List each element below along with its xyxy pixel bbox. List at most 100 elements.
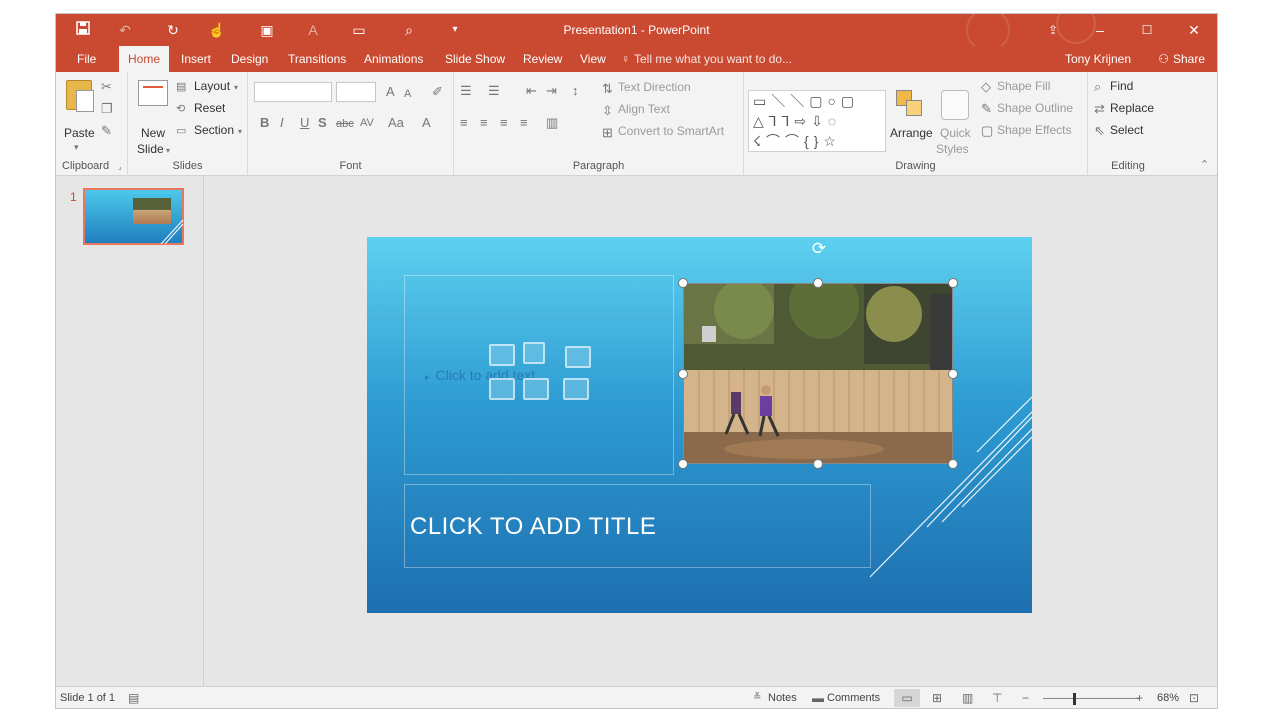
content-placeholder-text[interactable]: ▸ Click to add text xyxy=(425,367,535,383)
new-slide-label-2[interactable]: Slide xyxy=(137,142,164,156)
paste-button[interactable]: Paste xyxy=(64,126,95,140)
shape-fill-button[interactable]: Shape Fill xyxy=(997,79,1050,93)
spell-check-icon[interactable]: ▤ xyxy=(128,691,139,705)
slide-canvas[interactable]: ▸ Click to add text CLICK TO ADD TITLE ⟳ xyxy=(367,237,1032,613)
arrange-button[interactable]: Arrange xyxy=(890,126,933,140)
zoom-level[interactable]: 68% xyxy=(1157,692,1179,704)
tab-design[interactable]: Design xyxy=(222,46,277,72)
zoom-slider[interactable] xyxy=(1043,698,1139,699)
zoom-slider-thumb[interactable] xyxy=(1072,693,1076,705)
align-center-icon[interactable]: ≡ xyxy=(480,116,488,130)
bold-button[interactable]: B xyxy=(260,116,269,130)
user-name[interactable]: Tony Krijnen xyxy=(1065,46,1131,72)
new-slide-label-1[interactable]: New xyxy=(141,126,165,140)
font-size-input[interactable] xyxy=(336,82,376,102)
reset-button[interactable]: Reset xyxy=(194,101,225,115)
minimize-icon[interactable]: – xyxy=(1088,19,1112,41)
new-slide-dropdown-icon[interactable]: ▾ xyxy=(166,144,170,158)
format-painter-icon[interactable]: ✎ xyxy=(101,124,112,138)
fit-to-window-icon[interactable]: ⊡ xyxy=(1189,691,1199,705)
shrink-font-icon[interactable]: A xyxy=(404,87,411,101)
quick-styles-label-2[interactable]: Styles xyxy=(936,142,969,156)
online-pictures-icon[interactable] xyxy=(523,378,549,400)
insert-video-icon[interactable] xyxy=(563,378,589,400)
align-right-icon[interactable]: ≡ xyxy=(500,116,508,130)
italic-button[interactable]: I xyxy=(280,116,284,130)
paste-dropdown-icon[interactable]: ▾ xyxy=(74,140,79,154)
zoom-out-icon[interactable]: − xyxy=(1022,691,1029,705)
shapes-gallery[interactable]: ▭＼＼▢○▢ △⅂⅂⇨⇩◌ ☇⌒⌒{}☆ xyxy=(748,90,886,152)
section-button[interactable]: Section xyxy=(194,123,234,137)
replace-button[interactable]: Replace xyxy=(1110,101,1154,115)
align-left-icon[interactable]: ≡ xyxy=(460,116,468,130)
shape-effects-button[interactable]: Shape Effects xyxy=(997,123,1072,137)
resize-handle-s[interactable] xyxy=(813,459,823,469)
insert-chart-icon[interactable] xyxy=(523,342,545,364)
copy-icon[interactable]: ❐ xyxy=(101,102,113,116)
resize-handle-ne[interactable] xyxy=(948,278,958,288)
tab-animations[interactable]: Animations xyxy=(355,46,432,72)
content-placeholder[interactable]: ▸ Click to add text xyxy=(404,275,674,475)
find-button[interactable]: Find xyxy=(1110,79,1133,93)
clear-formatting-icon[interactable]: ✐ xyxy=(432,85,443,99)
bullets-icon[interactable]: ☰ xyxy=(460,84,472,98)
slide-show-icon[interactable]: ⊤ xyxy=(992,691,1002,705)
columns-icon[interactable]: ▥ xyxy=(546,116,558,130)
slide-sorter-icon[interactable]: ⊞ xyxy=(932,691,942,705)
quick-styles-icon[interactable] xyxy=(941,90,969,120)
selected-photo[interactable] xyxy=(683,283,953,464)
convert-smartart-button[interactable]: Convert to SmartArt xyxy=(618,124,724,138)
character-spacing-button[interactable]: AV xyxy=(360,116,374,130)
tab-insert[interactable]: Insert xyxy=(172,46,220,72)
collapse-ribbon-icon[interactable]: ⌃ xyxy=(1200,158,1209,172)
font-color-button[interactable]: A xyxy=(422,116,431,130)
clipboard-launcher-icon[interactable]: ⌟ xyxy=(118,160,122,174)
close-icon[interactable]: ✕ xyxy=(1182,19,1206,41)
resize-handle-sw[interactable] xyxy=(678,459,688,469)
layout-dropdown-icon[interactable]: ▾ xyxy=(234,81,238,95)
increase-indent-icon[interactable]: ⇥ xyxy=(546,84,557,98)
tab-file[interactable]: File xyxy=(68,46,105,72)
comments-button[interactable]: Comments xyxy=(827,692,880,704)
maximize-icon[interactable]: ☐ xyxy=(1135,19,1159,41)
shape-outline-button[interactable]: Shape Outline xyxy=(997,101,1073,115)
align-text-button[interactable]: Align Text xyxy=(618,102,670,116)
slide-thumbnail[interactable] xyxy=(83,188,184,245)
change-case-button[interactable]: Aa xyxy=(388,116,404,130)
ribbon-display-options-icon[interactable]: ⇪ xyxy=(1041,19,1065,41)
new-slide-icon[interactable] xyxy=(138,80,168,106)
text-direction-button[interactable]: Text Direction xyxy=(618,80,691,94)
resize-handle-nw[interactable] xyxy=(678,278,688,288)
title-placeholder[interactable]: CLICK TO ADD TITLE xyxy=(404,484,871,568)
cut-icon[interactable]: ✂ xyxy=(101,80,112,94)
insert-table-icon[interactable] xyxy=(489,344,515,366)
section-dropdown-icon[interactable]: ▾ xyxy=(238,125,242,139)
resize-handle-w[interactable] xyxy=(678,369,688,379)
zoom-in-icon[interactable]: + xyxy=(1136,691,1143,705)
tab-transitions[interactable]: Transitions xyxy=(279,46,355,72)
tab-home[interactable]: Home xyxy=(119,46,170,72)
select-button[interactable]: Select xyxy=(1110,123,1143,137)
share-button[interactable]: ⚇ Share xyxy=(1158,46,1205,72)
tab-slide-show[interactable]: Slide Show xyxy=(436,46,514,72)
decrease-indent-icon[interactable]: ⇤ xyxy=(526,84,537,98)
shadow-button[interactable]: S xyxy=(318,116,327,130)
notes-button[interactable]: Notes xyxy=(768,692,797,704)
insert-picture-icon[interactable] xyxy=(489,378,515,400)
rotate-handle-icon[interactable]: ⟳ xyxy=(809,239,829,259)
tab-review[interactable]: Review xyxy=(514,46,571,72)
line-spacing-icon[interactable]: ↕ xyxy=(572,84,579,98)
underline-button[interactable]: U xyxy=(300,116,309,130)
strikethrough-button[interactable]: abc xyxy=(336,117,354,131)
tell-me-search[interactable]: ♀ Tell me what you want to do... xyxy=(621,46,792,72)
arrange-icon[interactable] xyxy=(896,90,924,118)
normal-view-icon[interactable]: ▭ xyxy=(894,689,920,707)
tab-view[interactable]: View xyxy=(571,46,615,72)
quick-styles-label-1[interactable]: Quick xyxy=(940,126,971,140)
resize-handle-n[interactable] xyxy=(813,278,823,288)
resize-handle-e[interactable] xyxy=(948,369,958,379)
layout-button[interactable]: Layout xyxy=(194,79,230,93)
insert-smartart-icon[interactable] xyxy=(565,346,591,368)
grow-font-icon[interactable]: A xyxy=(386,85,395,99)
font-name-input[interactable] xyxy=(254,82,332,102)
